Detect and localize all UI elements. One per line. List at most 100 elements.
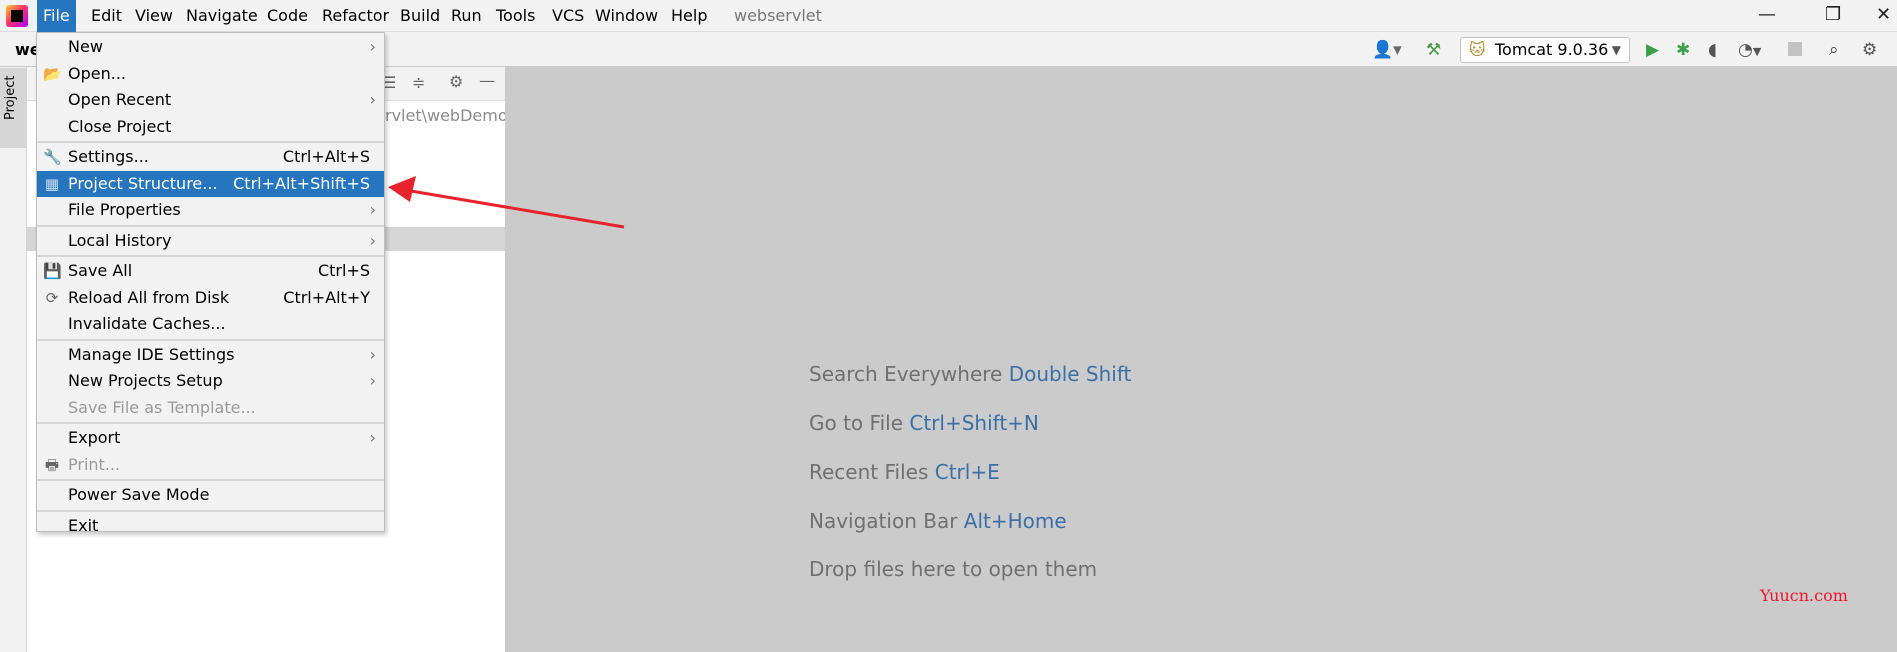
- tool-window-strip: [0, 67, 27, 652]
- debug-icon[interactable]: ✱: [1676, 40, 1690, 60]
- menu-item-print: 🖶 Print...: [37, 452, 384, 479]
- menu-item-label: Settings...: [68, 147, 149, 166]
- menu-edit[interactable]: Edit: [85, 0, 128, 32]
- tomcat-icon: 🐱: [1469, 40, 1486, 59]
- menu-item-label: Print...: [68, 454, 121, 474]
- menu-item-settings[interactable]: 🔧 Settings... Ctrl+Alt+S: [37, 144, 384, 171]
- hint-text: Navigation Bar: [809, 509, 958, 533]
- menu-vcs[interactable]: VCS: [546, 0, 590, 32]
- restore-button[interactable]: ❐: [1825, 0, 1841, 30]
- window-title: webservlet: [734, 6, 822, 25]
- menu-item-shortcut: Ctrl+Alt+Shift+S: [233, 173, 370, 193]
- menu-item-local-history[interactable]: Local History ›: [37, 228, 384, 255]
- menu-item-label: File Properties: [68, 200, 181, 219]
- chevron-right-icon: ›: [369, 344, 376, 364]
- menu-item-label: Manage IDE Settings: [68, 344, 235, 364]
- menu-item-label: Local History: [68, 230, 172, 250]
- menu-window[interactable]: Window: [589, 0, 664, 32]
- settings-icon[interactable]: ⚙: [1862, 40, 1877, 60]
- menu-item-file-properties[interactable]: File Properties ›: [37, 197, 384, 224]
- editor-hint: Go to File Ctrl+Shift+N: [809, 411, 1039, 435]
- menu-item-invalidate-caches[interactable]: Invalidate Caches...: [37, 311, 384, 338]
- hint-text: Search Everywhere: [809, 362, 1003, 386]
- menu-item-save-all[interactable]: 💾 Save All Ctrl+S: [37, 258, 384, 285]
- menu-item-label: Open Recent: [68, 90, 172, 109]
- run-config-label: Tomcat 9.0.36: [1495, 40, 1609, 59]
- hint-text: Recent Files: [809, 460, 929, 484]
- menu-item-close-project[interactable]: Close Project: [37, 114, 384, 141]
- save-icon: 💾: [43, 262, 62, 280]
- gear-icon[interactable]: ⚙: [449, 72, 463, 91]
- menu-item-new-projects-setup[interactable]: New Projects Setup ›: [37, 368, 384, 395]
- close-button[interactable]: ✕: [1876, 0, 1891, 30]
- menu-item-label: Project Structure...: [68, 173, 218, 193]
- run-config-selector[interactable]: 🐱 Tomcat 9.0.36 ▼: [1460, 37, 1630, 63]
- print-icon: 🖶: [44, 455, 60, 474]
- menu-navigate[interactable]: Navigate: [180, 0, 264, 32]
- menu-tools[interactable]: Tools: [490, 0, 541, 32]
- stop-icon[interactable]: [1788, 42, 1802, 56]
- menu-item-label: Exit: [68, 515, 99, 535]
- build-hammer-icon[interactable]: ⚒: [1426, 40, 1441, 60]
- chevron-right-icon: ›: [369, 428, 376, 447]
- menu-item-manage-ide-settings[interactable]: Manage IDE Settings ›: [37, 342, 384, 369]
- menu-run[interactable]: Run: [445, 0, 488, 32]
- intellij-logo-icon: [6, 5, 28, 27]
- menu-item-label: Open...: [68, 63, 126, 83]
- hint-text: Go to File: [809, 411, 903, 435]
- coverage-icon[interactable]: ◖: [1708, 40, 1717, 60]
- menu-code[interactable]: Code: [261, 0, 314, 32]
- menu-item-label: Power Save Mode: [68, 485, 210, 504]
- menu-item-label: New Projects Setup: [68, 371, 223, 390]
- hint-shortcut: Double Shift: [1008, 362, 1132, 386]
- hint-shortcut: Ctrl+E: [934, 460, 1000, 484]
- project-structure-icon: ▦: [44, 174, 60, 193]
- chevron-right-icon: ›: [369, 37, 376, 56]
- menu-item-save-file-as-template: Save File as Template...: [37, 395, 384, 422]
- menu-item-label: Close Project: [68, 116, 172, 136]
- menu-item-reload-all-from-disk[interactable]: ⟳ Reload All from Disk Ctrl+Alt+Y: [37, 285, 384, 312]
- menu-file[interactable]: File: [37, 0, 76, 32]
- chevron-right-icon: ›: [369, 371, 376, 390]
- hint-shortcut: Ctrl+Shift+N: [909, 411, 1039, 435]
- editor-hint: Drop files here to open them: [809, 557, 1097, 581]
- user-icon[interactable]: 👤▾: [1372, 40, 1402, 60]
- menu-item-new[interactable]: New ›: [37, 34, 384, 61]
- menu-item-label: Export: [68, 428, 121, 447]
- menu-item-shortcut: Ctrl+Alt+Y: [283, 287, 370, 307]
- watermark: Yuucn.com: [1760, 586, 1848, 605]
- folder-open-icon: 📂: [43, 64, 62, 83]
- minimize-button[interactable]: —: [1758, 0, 1776, 30]
- menu-item-label: Invalidate Caches...: [68, 314, 226, 333]
- menu-item-open[interactable]: 📂 Open...: [37, 61, 384, 88]
- editor-hint: Search Everywhere Double Shift: [809, 362, 1131, 386]
- menu-help[interactable]: Help: [665, 0, 713, 32]
- editor-hint: Recent Files Ctrl+E: [809, 460, 1000, 484]
- menu-item-power-save-mode[interactable]: Power Save Mode: [37, 482, 384, 509]
- file-menu: New › 📂 Open... Open Recent › Close Project 🔧 Se…: [36, 32, 385, 535]
- menu-refactor[interactable]: Refactor: [316, 0, 395, 32]
- wrench-icon: 🔧: [43, 148, 62, 166]
- chevron-right-icon: ›: [369, 90, 376, 109]
- menu-view[interactable]: View: [129, 0, 179, 32]
- chevron-right-icon: ›: [369, 200, 376, 219]
- menu-item-label: Save All: [68, 261, 133, 280]
- menu-build[interactable]: Build: [394, 0, 446, 32]
- chevron-right-icon: ›: [369, 230, 376, 250]
- expand-icon[interactable]: ≑: [412, 73, 425, 92]
- menu-item-label: Reload All from Disk: [68, 287, 230, 307]
- menu-item-label: New: [68, 37, 103, 56]
- hint-shortcut: Alt+Home: [963, 509, 1067, 533]
- run-icon[interactable]: ▶: [1646, 40, 1659, 60]
- hint-text: Drop files here to open them: [809, 557, 1098, 581]
- project-tool-label: Project: [3, 75, 18, 120]
- menu-item-exit[interactable]: Exit: [37, 513, 384, 540]
- menu-item-open-recent[interactable]: Open Recent ›: [37, 87, 384, 114]
- search-icon[interactable]: ⌕: [1829, 40, 1839, 60]
- profile-icon[interactable]: ◔▼: [1738, 40, 1761, 62]
- menu-item-shortcut: Ctrl+S: [317, 261, 370, 280]
- menu-item-project-structure[interactable]: ▦ Project Structure... Ctrl+Alt+Shift+S: [37, 170, 384, 197]
- menu-item-export[interactable]: Export ›: [37, 425, 384, 452]
- hide-icon[interactable]: —: [479, 71, 495, 90]
- reload-icon: ⟳: [45, 288, 59, 307]
